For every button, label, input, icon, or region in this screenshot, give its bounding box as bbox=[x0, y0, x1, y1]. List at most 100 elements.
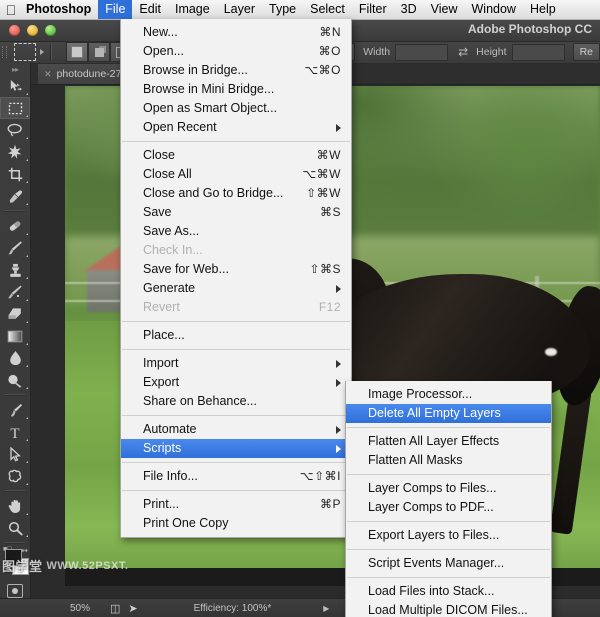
eraser-tool[interactable] bbox=[0, 303, 30, 325]
file-menu-item[interactable]: Save for Web... ⇧⌘S bbox=[121, 260, 351, 279]
scripts-submenu-item[interactable]: Load Files into Stack... bbox=[346, 582, 551, 601]
scripts-submenu-item[interactable]: Layer Comps to PDF... bbox=[346, 498, 551, 517]
os-menu-layer[interactable]: Layer bbox=[217, 0, 262, 19]
scripts-submenu-item[interactable]: Delete All Empty Layers bbox=[346, 404, 551, 423]
file-menu-item[interactable]: File Info... ⌥⇧⌘I bbox=[121, 467, 351, 486]
file-menu-item[interactable]: Place... bbox=[121, 326, 351, 345]
gradient-tool[interactable] bbox=[0, 325, 30, 347]
file-menu-item[interactable]: Export bbox=[121, 373, 351, 392]
share-icon[interactable]: ➤ bbox=[128, 602, 137, 615]
brush-tool[interactable] bbox=[0, 237, 30, 259]
scripts-submenu-item-label: Image Processor... bbox=[368, 387, 473, 401]
dodge-tool[interactable] bbox=[0, 369, 30, 391]
tool-more-indicator bbox=[26, 93, 28, 95]
file-menu-item[interactable]: Open as Smart Object... bbox=[121, 99, 351, 118]
photo-horse-marking bbox=[545, 348, 557, 356]
file-menu-item[interactable]: Close ⌘W bbox=[121, 146, 351, 165]
file-menu-item[interactable]: Open Recent bbox=[121, 118, 351, 137]
file-menu-item-label: Browse in Mini Bridge... bbox=[143, 82, 275, 96]
add-to-selection-button[interactable] bbox=[88, 42, 111, 62]
file-menu-item[interactable]: Generate bbox=[121, 279, 351, 298]
rectangular-marquee-tool[interactable] bbox=[0, 97, 30, 119]
file-menu-item[interactable]: New... ⌘N bbox=[121, 23, 351, 42]
swap-dimensions-icon[interactable]: ⇄ bbox=[458, 45, 468, 59]
pen-tool[interactable] bbox=[0, 399, 30, 421]
file-menu-item[interactable]: Browse in Mini Bridge... bbox=[121, 80, 351, 99]
eyedropper-tool[interactable] bbox=[0, 185, 30, 207]
file-menu-item[interactable]: Import bbox=[121, 354, 351, 373]
custom-shape-tool[interactable] bbox=[0, 465, 30, 487]
tools-panel[interactable]: ▸▸ T ↭ bbox=[0, 63, 31, 598]
tool-more-indicator bbox=[26, 483, 28, 485]
document-preview-icon[interactable]: ◫ bbox=[110, 602, 120, 615]
move-tool[interactable] bbox=[0, 75, 30, 97]
new-selection-button[interactable] bbox=[66, 42, 89, 62]
os-menu-type[interactable]: Type bbox=[262, 0, 303, 19]
history-brush-tool[interactable] bbox=[0, 281, 30, 303]
path-selection-tool[interactable] bbox=[0, 443, 30, 465]
refine-edge-button[interactable]: Re bbox=[572, 43, 600, 61]
scripts-submenu-item[interactable]: Load Multiple DICOM Files... bbox=[346, 601, 551, 617]
scripts-submenu-item[interactable]: Export Layers to Files... bbox=[346, 526, 551, 545]
scripts-submenu[interactable]: Image Processor... Delete All Empty Layer… bbox=[345, 381, 552, 617]
file-menu[interactable]: New... ⌘N Open... ⌘O Browse in Bridge... ⌥⌘O B… bbox=[120, 19, 352, 538]
scripts-submenu-item[interactable]: Flatten All Layer Effects bbox=[346, 432, 551, 451]
file-menu-item[interactable]: Scripts bbox=[121, 439, 351, 458]
os-menu-photoshop[interactable]: Photoshop bbox=[22, 0, 98, 19]
zoom-button[interactable] bbox=[45, 25, 56, 36]
swap-colors-icon[interactable]: ↭ bbox=[21, 546, 28, 555]
file-menu-item[interactable]: Close All ⌥⌘W bbox=[121, 165, 351, 184]
close-button[interactable] bbox=[9, 25, 20, 36]
spot-healing-brush-tool[interactable] bbox=[0, 215, 30, 237]
tool-more-indicator bbox=[26, 513, 28, 515]
scripts-submenu-item[interactable]: Layer Comps to Files... bbox=[346, 479, 551, 498]
os-menu-3d[interactable]: 3D bbox=[394, 0, 424, 19]
os-menu-file[interactable]: File bbox=[98, 0, 133, 19]
lasso-tool[interactable] bbox=[0, 119, 30, 141]
type-tool[interactable]: T bbox=[0, 421, 30, 443]
os-menu-edit[interactable]: Edit bbox=[132, 0, 168, 19]
file-menu-item[interactable]: Close and Go to Bridge... ⇧⌘W bbox=[121, 184, 351, 203]
scripts-submenu-item[interactable]: Script Events Manager... bbox=[346, 554, 551, 573]
minimize-button[interactable] bbox=[27, 25, 38, 36]
rectangular-marquee-icon[interactable] bbox=[13, 43, 37, 61]
crop-tool[interactable] bbox=[0, 163, 30, 185]
tool-preset-chevron-icon[interactable] bbox=[40, 49, 45, 55]
expand-arrow-icon[interactable]: ▶ bbox=[323, 604, 329, 613]
blur-tool[interactable] bbox=[0, 347, 30, 369]
file-menu-item[interactable]: Print... ⌘P bbox=[121, 495, 351, 514]
file-menu-item[interactable]: Share on Behance... bbox=[121, 392, 351, 411]
width-input[interactable] bbox=[395, 43, 449, 61]
file-menu-item[interactable]: Print One Copy bbox=[121, 514, 351, 533]
scripts-submenu-separator bbox=[347, 577, 550, 578]
height-input[interactable] bbox=[511, 43, 565, 61]
os-menu-view[interactable]: View bbox=[424, 0, 465, 19]
quick-selection-tool[interactable] bbox=[0, 141, 30, 163]
zoom-tool[interactable] bbox=[0, 517, 30, 539]
file-menu-item-label: Browse in Bridge... bbox=[143, 63, 248, 77]
file-menu-item[interactable]: Browse in Bridge... ⌥⌘O bbox=[121, 61, 351, 80]
file-menu-item[interactable]: Automate bbox=[121, 420, 351, 439]
scripts-submenu-item[interactable]: Image Processor... bbox=[346, 385, 551, 404]
os-menu-help[interactable]: Help bbox=[523, 0, 563, 19]
panel-collapse-icon[interactable]: ▸▸ bbox=[0, 63, 30, 75]
clone-stamp-tool[interactable] bbox=[0, 259, 30, 281]
os-menu-filter[interactable]: Filter bbox=[352, 0, 394, 19]
options-bar-grip[interactable] bbox=[0, 41, 9, 63]
zoom-level[interactable]: 50% bbox=[58, 603, 102, 614]
tools-divider bbox=[5, 210, 25, 212]
tool-more-indicator bbox=[26, 181, 28, 183]
file-menu-item[interactable]: Save As... bbox=[121, 222, 351, 241]
os-menu-image[interactable]: Image bbox=[168, 0, 217, 19]
apple-logo-icon[interactable]:  bbox=[0, 3, 22, 17]
close-tab-icon[interactable]: ✕ bbox=[44, 69, 52, 80]
os-menu-select[interactable]: Select bbox=[303, 0, 352, 19]
file-menu-item-shortcut: ⌥⌘O bbox=[304, 63, 341, 77]
file-menu-item[interactable]: Save ⌘S bbox=[121, 203, 351, 222]
os-menu-window[interactable]: Window bbox=[465, 0, 523, 19]
hand-tool[interactable] bbox=[0, 495, 30, 517]
scripts-submenu-item[interactable]: Flatten All Masks bbox=[346, 451, 551, 470]
window-controls[interactable] bbox=[9, 25, 56, 36]
file-menu-item[interactable]: Open... ⌘O bbox=[121, 42, 351, 61]
os-menu-bar[interactable]:  Photoshop File Edit Image Layer Type S… bbox=[0, 0, 600, 20]
